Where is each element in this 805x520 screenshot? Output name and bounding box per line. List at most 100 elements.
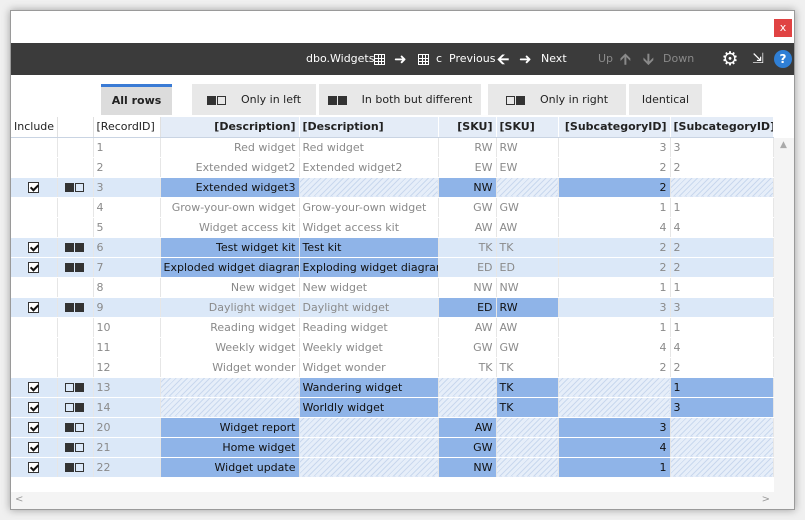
gear-icon[interactable]: ⚙ <box>721 50 739 69</box>
only-left-icon <box>57 417 94 438</box>
export-icon[interactable]: ⇲ <box>749 50 767 68</box>
table-row[interactable]: 21 Home widget GW 4 <box>11 437 774 458</box>
both-different-icon <box>57 257 94 278</box>
record-id-header[interactable]: [RecordID] <box>93 117 161 138</box>
include-checkbox[interactable] <box>28 302 40 313</box>
include-checkbox-cell[interactable] <box>11 377 58 398</box>
tab-label: In both but different <box>361 93 473 106</box>
previous-arrow-icon[interactable]: 🡨 <box>497 43 509 75</box>
sku-right-header[interactable]: [SKU] <box>496 117 559 138</box>
table-row[interactable]: 11 Weekly widget Weekly widget GW GW 4 4 <box>11 337 774 358</box>
sku-left: ED <box>438 257 497 278</box>
description-right: Reading widget <box>299 317 439 338</box>
sku-left <box>438 397 497 418</box>
description-left-header[interactable]: [Description] <box>160 117 300 138</box>
table-row[interactable]: 12 Widget wonder Widget wonder TK TK 2 2 <box>11 357 774 378</box>
include-checkbox-cell[interactable] <box>11 437 58 458</box>
sku-left: RW <box>438 137 497 158</box>
next-arrow-icon[interactable]: ➜ <box>519 43 532 75</box>
help-icon[interactable]: ? <box>774 50 792 68</box>
table-row[interactable]: 20 Widget report AW 3 <box>11 417 774 438</box>
include-checkbox-cell[interactable] <box>11 397 58 418</box>
description-left: Home widget <box>160 437 300 458</box>
sku-right: ED <box>496 257 559 278</box>
target-table-name: c <box>436 52 443 65</box>
include-checkbox-cell[interactable] <box>11 237 58 258</box>
include-header[interactable]: Include <box>11 117 58 138</box>
include-checkbox[interactable] <box>28 242 40 253</box>
include-checkbox-cell[interactable] <box>11 297 58 318</box>
table-row[interactable]: 2 Extended widget2 Extended widget2 EW E… <box>11 157 774 178</box>
table-row[interactable]: 13 Wandering widget TK 1 <box>11 377 774 398</box>
subcategory-right-header[interactable]: [SubcategoryID] <box>670 117 774 138</box>
toolbar: dbo.Widgets ➜ c Previous 🡨 ➜ Next Up 🡩 🡫… <box>11 43 794 75</box>
next-button[interactable]: Next <box>541 43 567 75</box>
sku-left: TK <box>438 357 497 378</box>
sku-left: NW <box>438 277 497 298</box>
tab-only-in-right[interactable]: Only in right <box>488 84 626 115</box>
down-button[interactable]: Down <box>663 43 694 75</box>
include-checkbox[interactable] <box>28 462 40 473</box>
description-right-header[interactable]: [Description] <box>299 117 439 138</box>
table-row[interactable]: 14 Worldly widget TK 3 <box>11 397 774 418</box>
tab-identical[interactable]: Identical <box>629 84 702 115</box>
table-row[interactable]: 10 Reading widget Reading widget AW AW 1… <box>11 317 774 338</box>
subcategory-left-header[interactable]: [SubcategoryID] <box>558 117 671 138</box>
include-checkbox-cell[interactable] <box>11 177 58 198</box>
close-button[interactable]: x <box>774 19 792 37</box>
tab-label: Identical <box>641 93 690 106</box>
include-cell <box>11 317 58 338</box>
record-id: 14 <box>93 397 161 418</box>
tab-all-rows[interactable]: All rows <box>101 84 172 115</box>
description-left: Widget access kit <box>160 217 300 238</box>
include-checkbox[interactable] <box>28 422 40 433</box>
down-arrow-icon[interactable]: 🡫 <box>643 43 654 75</box>
table-row[interactable]: 3 Extended widget3 NW 2 <box>11 177 774 198</box>
up-arrow-icon[interactable]: 🡩 <box>620 43 631 75</box>
record-id: 9 <box>93 297 161 318</box>
subcategory-right <box>670 457 774 478</box>
table-row[interactable]: 6 Test widget kit Test kit TK TK 2 2 <box>11 237 774 258</box>
sku-left: TK <box>438 237 497 258</box>
table-row[interactable]: 7 Exploded widget diagram Exploding widg… <box>11 257 774 278</box>
tab-in-both-different[interactable]: In both but different <box>319 84 481 115</box>
subcategory-right: 2 <box>670 257 774 278</box>
scroll-left-icon[interactable]: < <box>15 494 23 505</box>
include-checkbox[interactable] <box>28 402 40 413</box>
include-checkbox[interactable] <box>28 262 40 273</box>
include-checkbox-cell[interactable] <box>11 457 58 478</box>
include-cell <box>11 357 58 378</box>
subcategory-left: 3 <box>558 297 671 318</box>
both-different-icon <box>57 237 94 258</box>
scroll-right-icon[interactable]: > <box>762 494 770 505</box>
table-row[interactable]: 4 Grow-your-own widget Grow-your-own wid… <box>11 197 774 218</box>
include-checkbox-cell[interactable] <box>11 257 58 278</box>
vertical-scrollbar[interactable]: ▲ <box>774 138 794 493</box>
scroll-up-icon[interactable]: ▲ <box>780 140 787 150</box>
subcategory-right: 2 <box>670 357 774 378</box>
include-checkbox-cell[interactable] <box>11 417 58 438</box>
include-checkbox[interactable] <box>28 382 40 393</box>
description-left: New widget <box>160 277 300 298</box>
table-row[interactable]: 8 New widget New widget NW NW 1 1 <box>11 277 774 298</box>
sku-left: GW <box>438 197 497 218</box>
subcategory-right: 4 <box>670 337 774 358</box>
filter-tabs: All rows Only in left In both but differ… <box>11 75 794 117</box>
record-id: 2 <box>93 157 161 178</box>
subcategory-left: 2 <box>558 237 671 258</box>
side-header <box>57 117 94 138</box>
description-right: Daylight widget <box>299 297 439 318</box>
tab-only-in-left[interactable]: Only in left <box>192 84 316 115</box>
up-button[interactable]: Up <box>598 43 613 75</box>
sku-left-header[interactable]: [SKU] <box>438 117 497 138</box>
horizontal-scrollbar[interactable]: < > <box>11 492 794 509</box>
table-row[interactable]: 1 Red widget Red widget RW RW 3 3 <box>11 137 774 158</box>
table-row[interactable]: 22 Widget update NW 1 <box>11 457 774 478</box>
table-row[interactable]: 5 Widget access kit Widget access kit AW… <box>11 217 774 238</box>
previous-button[interactable]: Previous <box>449 43 496 75</box>
subcategory-right <box>670 177 774 198</box>
include-checkbox[interactable] <box>28 442 40 453</box>
table-row[interactable]: 9 Daylight widget Daylight widget ED RW … <box>11 297 774 318</box>
include-checkbox[interactable] <box>28 182 40 193</box>
subcategory-right: 3 <box>670 297 774 318</box>
